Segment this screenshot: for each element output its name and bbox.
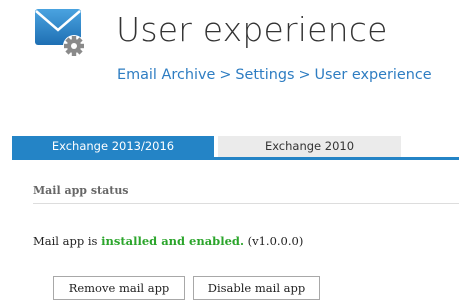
status-version: (v1.0.0.0) — [247, 234, 304, 248]
breadcrumb-item-user-experience: User experience — [314, 67, 432, 83]
disable-mail-app-button[interactable]: Disable mail app — [193, 276, 320, 300]
section-divider — [33, 203, 459, 204]
status-prefix: Mail app is — [33, 234, 102, 248]
breadcrumb-separator: > — [219, 67, 232, 83]
tab-exchange-2013-2016[interactable]: Exchange 2013/2016 — [12, 136, 214, 157]
page-header: User experience Email Archive > Settings > U… — [0, 0, 459, 100]
tab-underline — [12, 157, 459, 160]
tab-exchange-2010[interactable]: Exchange 2010 — [218, 136, 401, 157]
breadcrumb-separator: > — [298, 67, 311, 83]
breadcrumb-item-settings[interactable]: Settings — [235, 67, 294, 83]
status-state: installed and enabled. — [101, 234, 244, 248]
breadcrumb-item-email-archive[interactable]: Email Archive — [117, 67, 215, 83]
tab-bar: Exchange 2013/2016 Exchange 2010 — [12, 136, 459, 160]
section-title: Mail app status — [33, 184, 129, 197]
breadcrumb: Email Archive > Settings > User experience — [117, 67, 432, 83]
page-title: User experience — [116, 10, 388, 49]
email-settings-icon — [34, 8, 92, 60]
remove-mail-app-button[interactable]: Remove mail app — [53, 276, 185, 300]
mail-app-status: Mail app is installed and enabled. (v1.0… — [33, 234, 303, 248]
